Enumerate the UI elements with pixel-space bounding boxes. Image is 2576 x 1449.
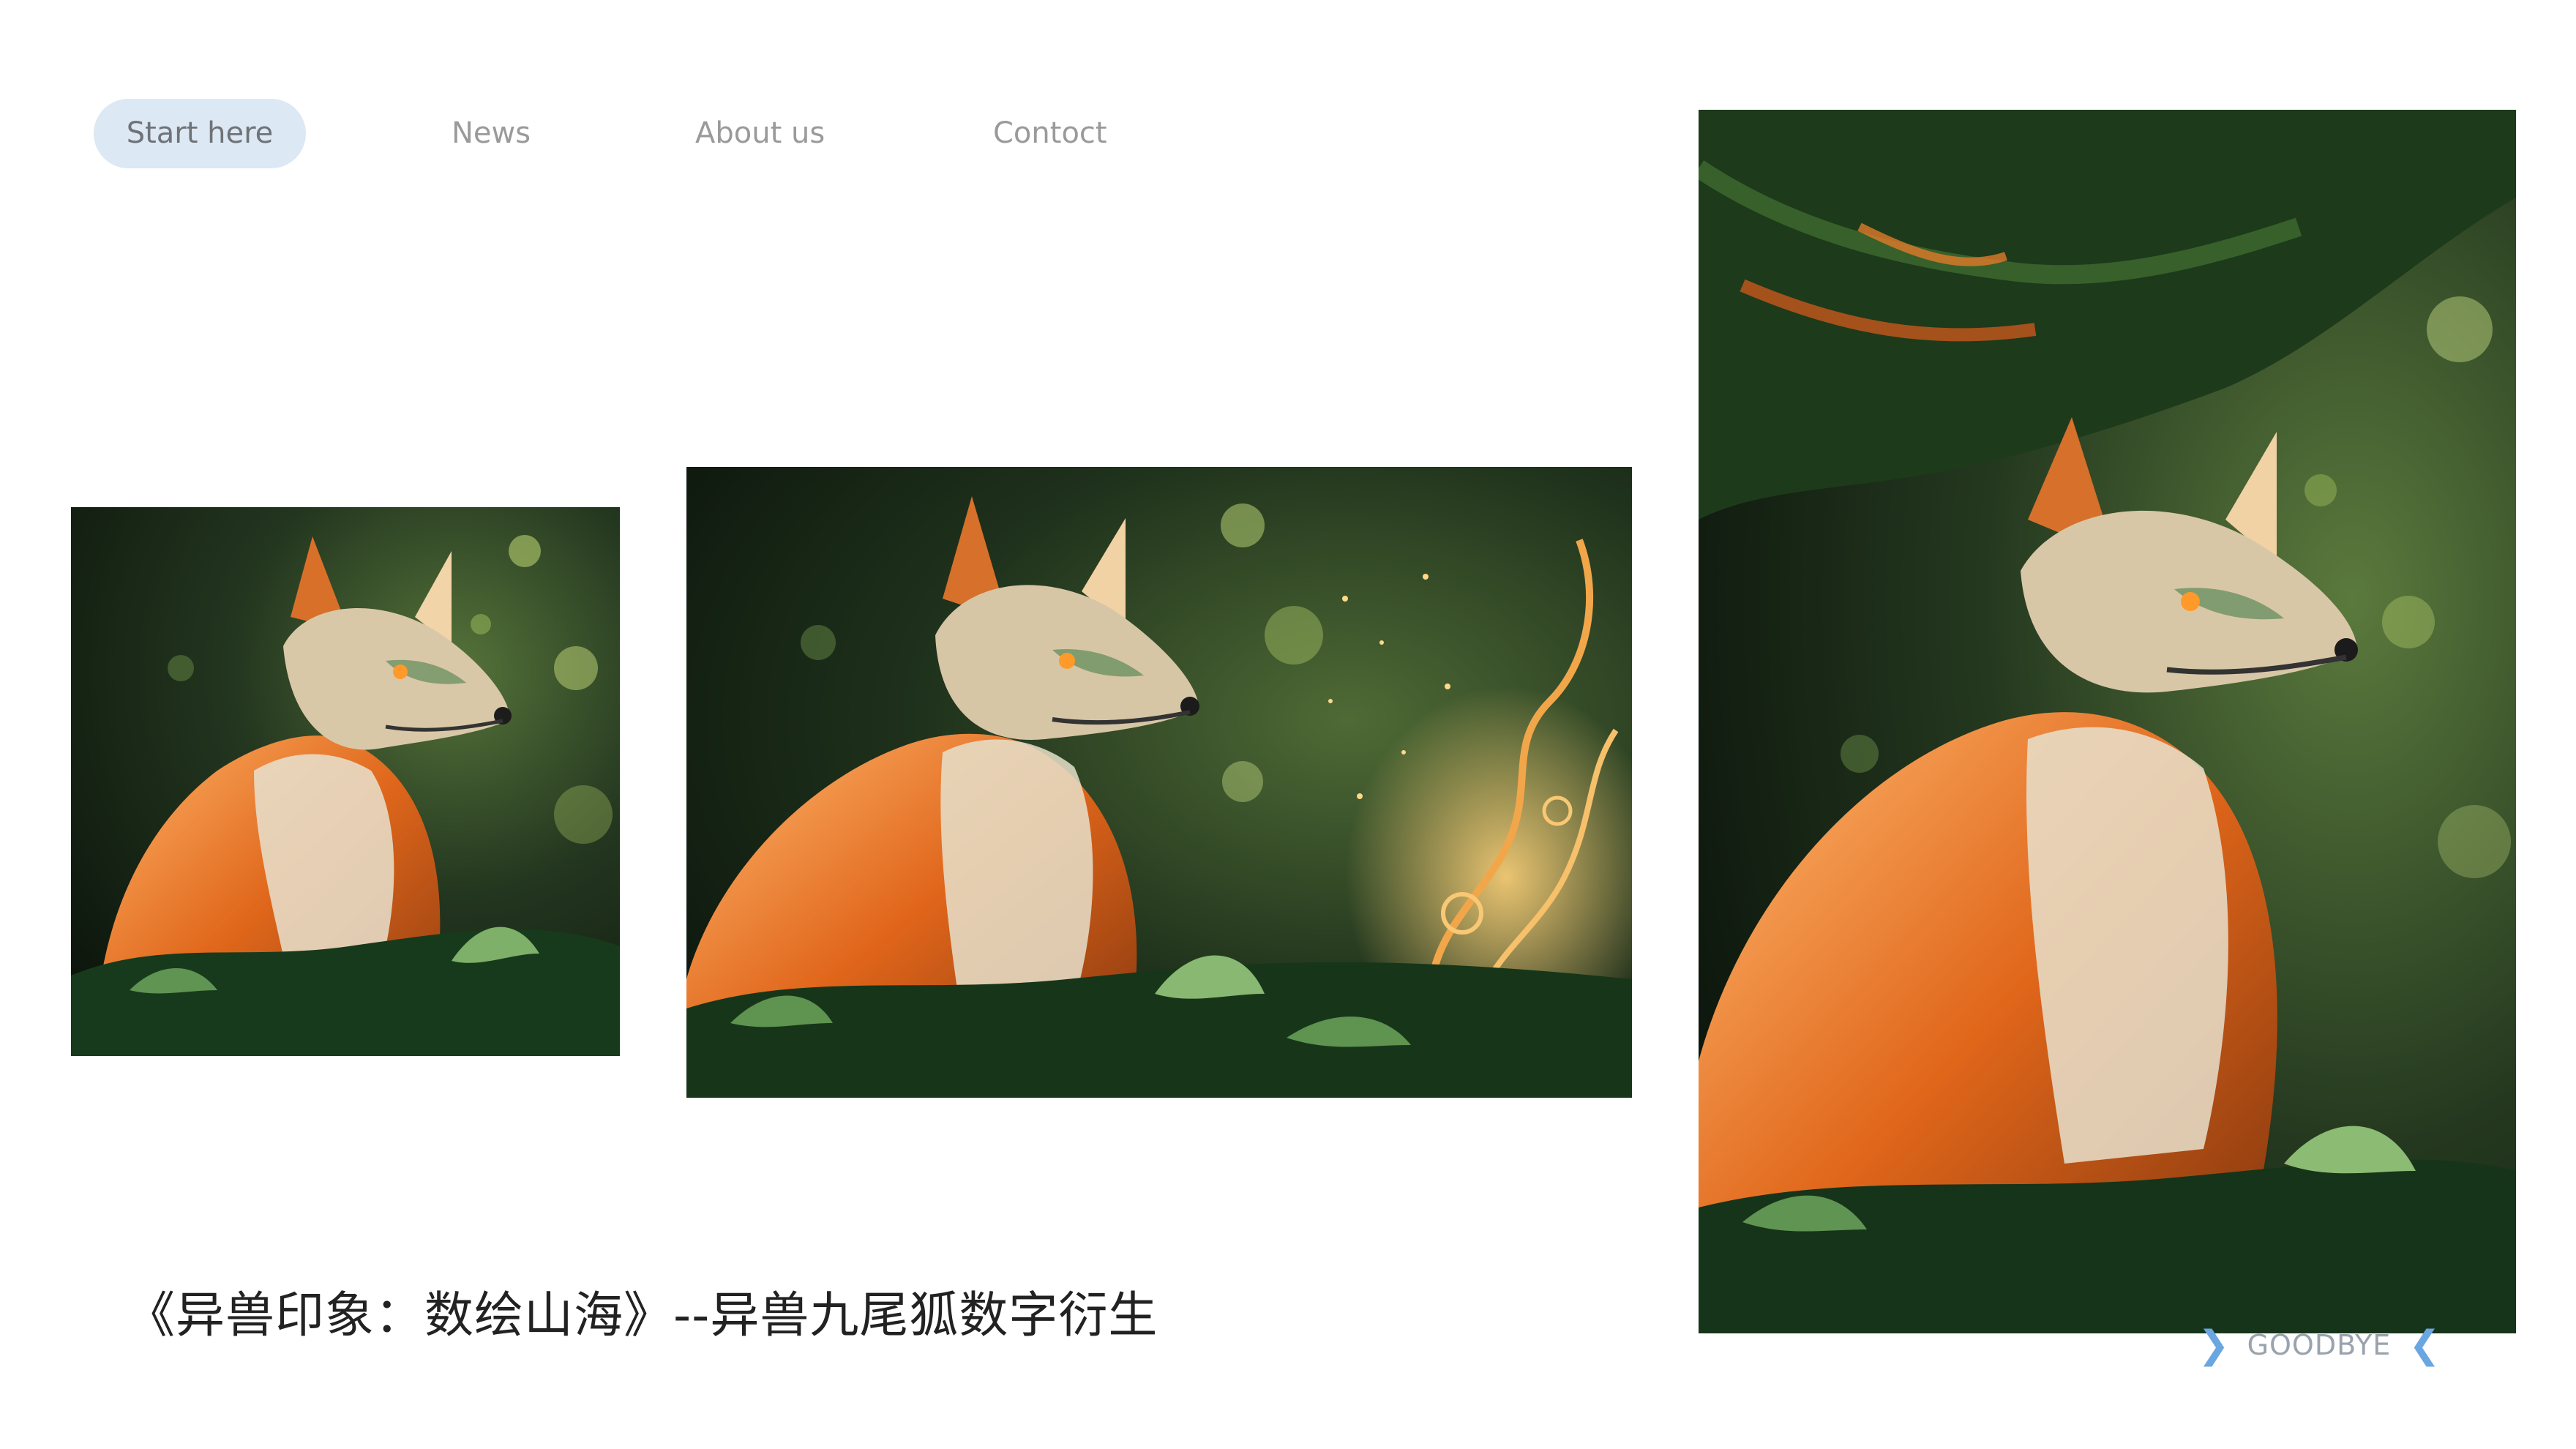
nav-news[interactable]: News [452, 99, 531, 168]
fox-artwork-landscape [686, 467, 1632, 1098]
nav-contact[interactable]: Contoct [993, 99, 1107, 168]
goodbye-label: GOODBYE [2247, 1329, 2392, 1361]
fox-illustration-1 [71, 507, 620, 1056]
chevron-right-icon: ❯ [2198, 1323, 2230, 1367]
fox-artwork-portrait [1699, 110, 2516, 1333]
fox-artwork-square [71, 507, 620, 1056]
artwork-title: 《异兽印象：数绘山海》--异兽九尾狐数字衍生 [126, 1287, 1158, 1344]
nav-start-here[interactable]: Start here [94, 99, 306, 168]
fox-illustration-3 [1699, 110, 2516, 1333]
nav-about-us[interactable]: About us [695, 99, 825, 168]
chevron-left-icon: ❮ [2408, 1323, 2441, 1367]
goodbye-footer: ❯ GOODBYE ❮ [2198, 1323, 2441, 1367]
fox-illustration-2 [686, 467, 1632, 1098]
